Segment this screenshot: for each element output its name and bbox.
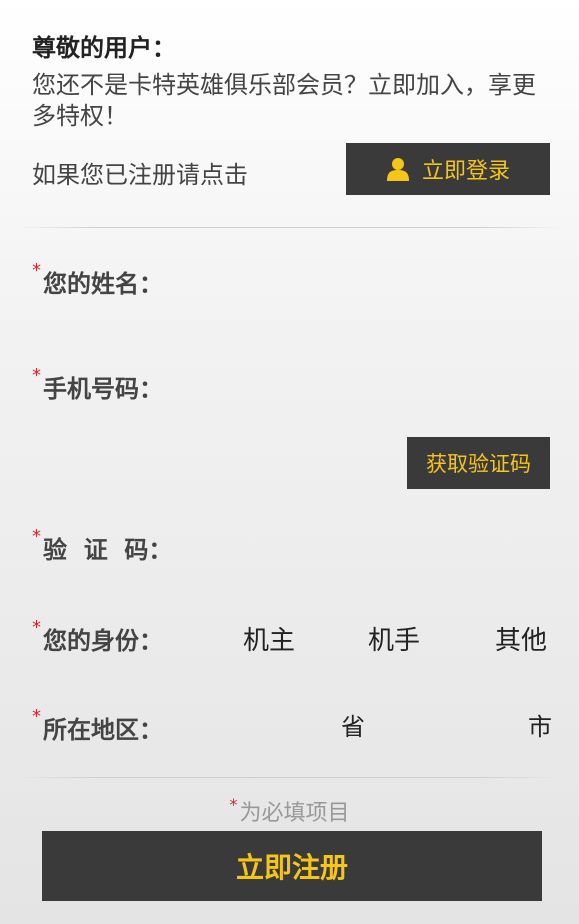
city-select[interactable]: 市 — [528, 707, 552, 742]
divider-bottom — [16, 777, 563, 778]
code-label: * 验 证 码： — [32, 526, 173, 565]
required-star: * — [32, 526, 41, 547]
identity-option-operator[interactable]: 机手 — [368, 620, 420, 657]
phone-input[interactable] — [175, 369, 550, 401]
login-button-label: 立即登录 — [421, 159, 510, 184]
required-star: * — [32, 365, 41, 386]
region-label: * 所在地区： — [32, 706, 163, 745]
divider-top — [16, 227, 563, 228]
province-select[interactable]: 省 — [341, 707, 365, 742]
name-input[interactable] — [175, 264, 550, 296]
required-star: * — [32, 260, 41, 281]
identity-option-owner[interactable]: 机主 — [243, 620, 295, 657]
greeting-title: 尊敬的用户： — [32, 34, 176, 62]
identity-option-other[interactable]: 其他 — [495, 620, 547, 657]
required-star: * — [32, 706, 41, 727]
identity-label: * 您的身份： — [32, 617, 163, 656]
code-input[interactable] — [175, 530, 550, 562]
name-label: * 您的姓名： — [32, 260, 163, 299]
user-icon — [386, 157, 410, 181]
phone-label: * 手机号码： — [32, 365, 163, 404]
login-prompt-text: 如果您已注册请点击 — [32, 161, 248, 189]
required-star: * — [229, 795, 238, 814]
intro-text: 您还不是卡特英雄俱乐部会员？立即加入，享更多特权！ — [32, 71, 536, 130]
login-button[interactable]: 立即登录 — [346, 143, 550, 195]
register-button[interactable]: 立即注册 — [42, 831, 542, 901]
required-note: *为必填项目 — [229, 795, 350, 826]
get-code-button[interactable]: 获取验证码 — [407, 437, 550, 489]
required-star: * — [32, 617, 41, 638]
